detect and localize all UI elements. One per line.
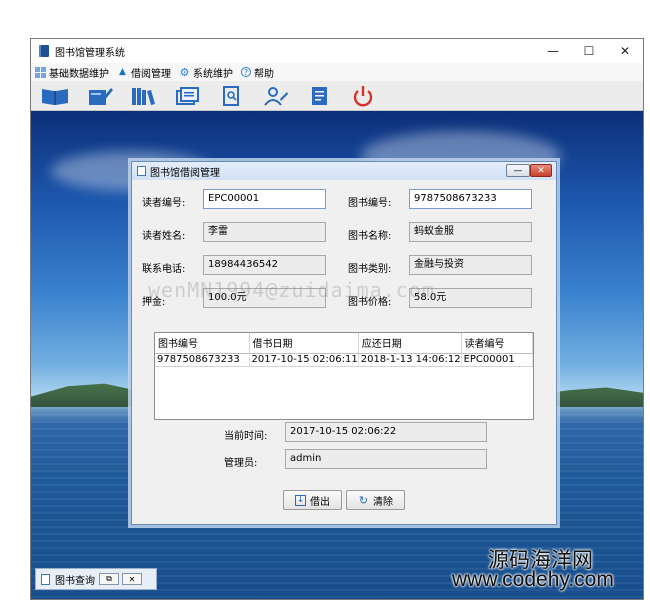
dialog-window-icon <box>137 166 146 176</box>
table-cell: 2017-10-15 02:06:11 <box>249 353 359 367</box>
dialog-controls: — ✕ <box>506 164 552 177</box>
dialog-title-bar: 图书馆借阅管理 — ✕ <box>132 162 556 180</box>
borrow-dialog: 图书馆借阅管理 — ✕ 读者编号: EPC00001 图书编号: 9787508… <box>131 161 557 525</box>
tool-user-button[interactable] <box>257 83 293 109</box>
reader-id-label: 读者编号: <box>142 198 186 209</box>
table-header-row: 图书编号 借书日期 应还日期 读者编号 <box>155 333 534 354</box>
reader-id-input[interactable]: EPC00001 <box>203 189 326 209</box>
minimized-query-frame[interactable]: 图书查询 ⧉ ✕ <box>35 568 157 590</box>
borrow-records-table[interactable]: 图书编号 借书日期 应还日期 读者编号 9787508673233 2017-1… <box>154 332 534 420</box>
dialog-title: 图书馆借阅管理 <box>150 167 220 179</box>
phone-label: 联系电话: <box>142 264 186 275</box>
reader-icon <box>176 86 199 105</box>
borrow-icon: ▲ <box>119 67 126 77</box>
menu-basic-data-label: 基础数据维护 <box>49 68 109 80</box>
dialog-minimize-button[interactable]: — <box>506 164 530 177</box>
menu-borrow-label: 借阅管理 <box>131 68 171 80</box>
desktop-area: 图书馆借阅管理 — ✕ 读者编号: EPC00001 图书编号: 9787508… <box>31 111 643 599</box>
reader-name-field: 李雷 <box>203 222 326 242</box>
menu-system[interactable]: ⚙ 系统维护 <box>179 65 233 80</box>
table-row[interactable]: 9787508673233 2017-10-15 02:06:11 2018-1… <box>155 353 534 367</box>
book-name-label: 图书名称: <box>348 231 392 242</box>
window-title: 图书馆管理系统 <box>55 47 125 59</box>
book-icon <box>42 88 68 105</box>
query-window-icon <box>41 573 50 585</box>
minimized-frame-title: 图书查询 <box>55 575 95 587</box>
minimize-button[interactable]: — <box>535 39 571 63</box>
table-cell: EPC00001 <box>461 353 534 367</box>
notebook-icon <box>89 87 113 105</box>
toolbar <box>31 81 643 111</box>
clear-button-label: 清除 <box>373 496 393 508</box>
book-id-input[interactable]: 9787508673233 <box>409 189 532 209</box>
maximize-button[interactable]: ☐ <box>571 39 607 63</box>
window-controls: — ☐ ✕ <box>535 39 643 63</box>
column-header-reader-id[interactable]: 读者编号 <box>461 333 534 354</box>
refresh-icon: ↻ <box>358 493 369 507</box>
current-time-field: 2017-10-15 02:06:22 <box>285 422 487 442</box>
document-icon <box>312 86 327 105</box>
book-id-label: 图书编号: <box>348 198 392 209</box>
close-frame-button[interactable]: ✕ <box>122 573 142 585</box>
tool-reader-button[interactable] <box>169 83 205 109</box>
book-name-field: 蚂蚁金服 <box>409 222 532 242</box>
operator-label: 管理员: <box>224 458 258 469</box>
current-time-label: 当前时间: <box>224 431 268 442</box>
borrow-button-label: 借出 <box>310 496 330 508</box>
power-icon <box>353 85 373 106</box>
tool-book-button[interactable] <box>37 83 73 109</box>
clear-button[interactable]: ↻ 清除 <box>346 490 405 510</box>
menu-bar: 基础数据维护 ▲ 借阅管理 ⚙ 系统维护 ? 帮助 <box>31 63 643 81</box>
menu-system-label: 系统维护 <box>193 68 233 80</box>
help-icon: ? <box>241 67 251 77</box>
app-book-icon <box>39 45 49 57</box>
tool-exit-button[interactable] <box>345 83 381 109</box>
site-watermark-url: www.codehy.com <box>452 568 614 591</box>
gear-icon: ⚙ <box>179 65 190 79</box>
reader-name-label: 读者姓名: <box>142 231 186 242</box>
grid-icon <box>35 66 46 78</box>
book-type-field: 金融与投资 <box>409 255 532 275</box>
menu-basic-data[interactable]: 基础数据维护 <box>35 65 109 80</box>
column-header-borrow-date[interactable]: 借书日期 <box>249 333 359 354</box>
borrow-doc-icon: ↓ <box>295 494 306 506</box>
table-cell: 2018-1-13 14:06:12 <box>358 353 462 367</box>
title-bar: 图书馆管理系统 — ☐ ✕ <box>31 39 643 63</box>
menu-borrow[interactable]: ▲ 借阅管理 <box>117 65 171 80</box>
menu-help-label: 帮助 <box>254 68 274 80</box>
tool-notebook-button[interactable] <box>81 83 117 109</box>
phone-field: 18984436542 <box>203 255 326 275</box>
overlay-watermark: wenMN1994@zuidaima.com <box>148 278 435 302</box>
close-button[interactable]: ✕ <box>607 39 643 63</box>
table-cell: 9787508673233 <box>155 353 250 367</box>
menu-help[interactable]: ? 帮助 <box>241 65 274 80</box>
book-type-label: 图书类别: <box>348 264 392 275</box>
tool-search-button[interactable] <box>213 83 249 109</box>
tool-document-button[interactable] <box>301 83 337 109</box>
restore-frame-button[interactable]: ⧉ <box>99 573 119 585</box>
column-header-due-date[interactable]: 应还日期 <box>358 333 462 354</box>
main-window: 图书馆管理系统 — ☐ ✕ 基础数据维护 ▲ 借阅管理 ⚙ 系统维护 ? 帮助 <box>30 38 644 600</box>
borrow-button[interactable]: ↓ 借出 <box>283 490 342 510</box>
user-icon <box>264 86 288 106</box>
column-header-book-id[interactable]: 图书编号 <box>155 333 250 354</box>
operator-field: admin <box>285 449 487 469</box>
search-icon <box>223 85 239 106</box>
dialog-close-button[interactable]: ✕ <box>530 164 552 177</box>
tool-bookshelf-button[interactable] <box>125 83 161 109</box>
bookshelf-icon <box>132 87 155 105</box>
